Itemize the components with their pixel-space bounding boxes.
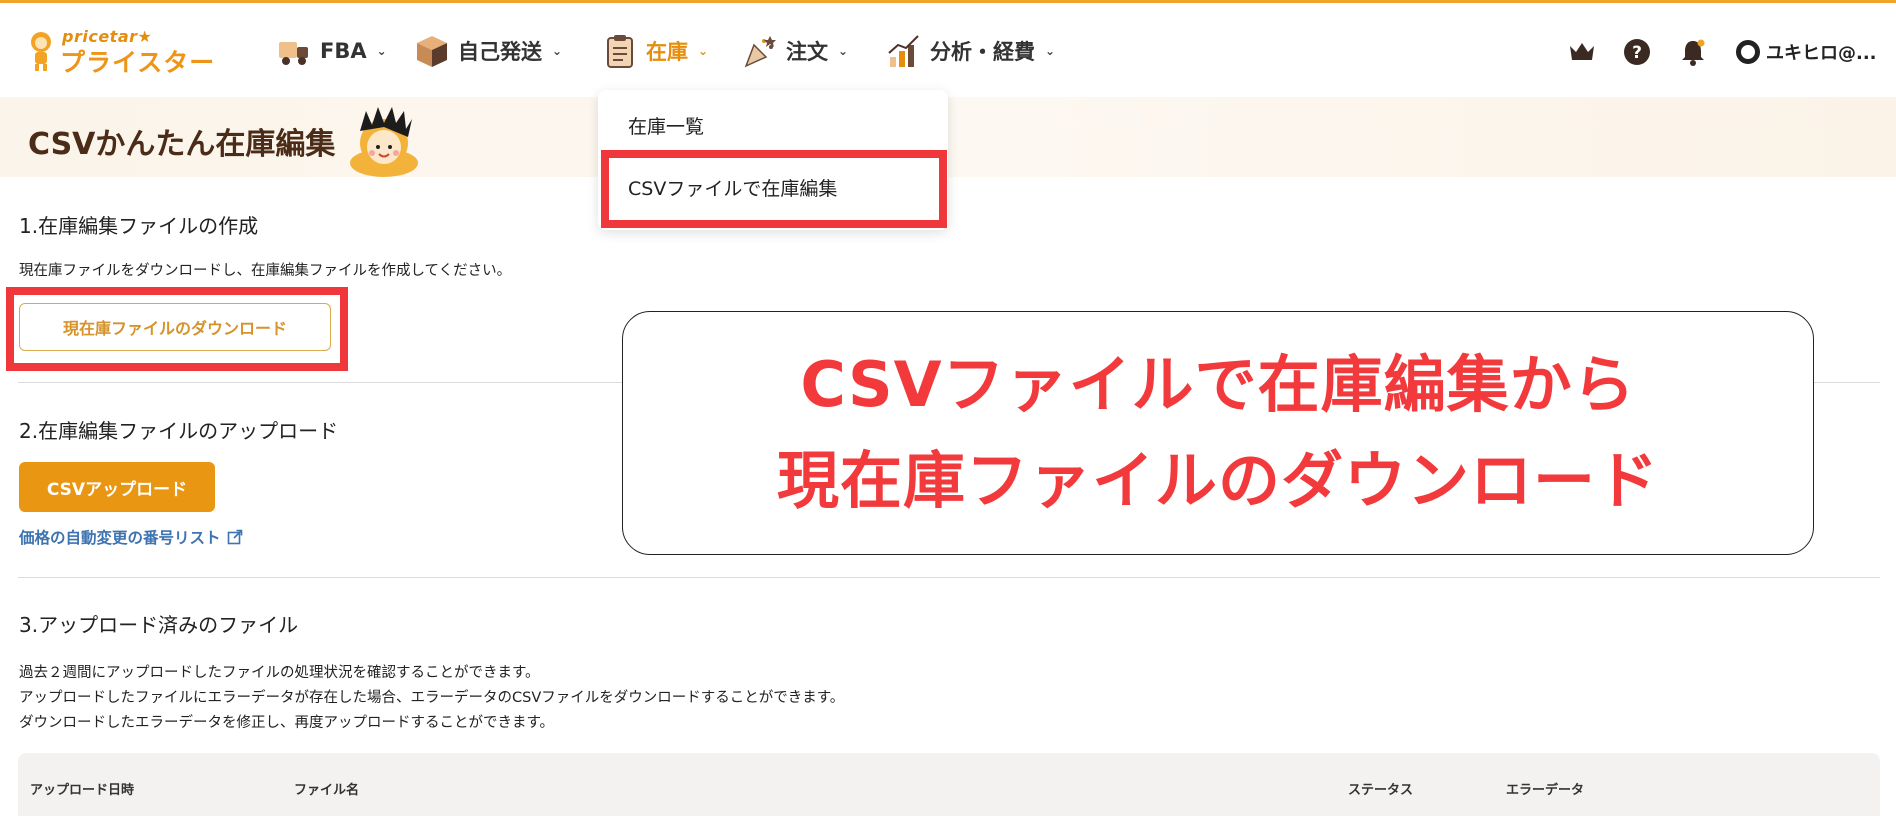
chart-icon bbox=[888, 35, 919, 67]
instruction-callout: CSVファイルで在庫編集から 現在庫ファイルのダウンロード bbox=[622, 311, 1814, 555]
nav-self-shipping[interactable]: 自己発送 ⌄ bbox=[414, 31, 562, 71]
logo-big-text: プライスター bbox=[60, 48, 216, 77]
bell-icon[interactable] bbox=[1678, 37, 1708, 67]
chevron-down-icon: ⌄ bbox=[376, 44, 387, 58]
chevron-down-icon: ⌄ bbox=[698, 44, 709, 58]
csv-upload-button[interactable]: CSVアップロード bbox=[19, 462, 215, 512]
nav-fba[interactable]: FBA ⌄ bbox=[276, 31, 387, 71]
title-band: CSVかんたん在庫編集 bbox=[0, 97, 1896, 177]
section3-line: ダウンロードしたエラーデータを修正し、再度アップロードすることができます。 bbox=[19, 715, 555, 731]
external-link-icon bbox=[227, 529, 242, 545]
section3-heading: 3.アップロード済みのファイル bbox=[19, 613, 299, 637]
page-title: CSVかんたん在庫編集 bbox=[28, 127, 336, 162]
column-header-filename[interactable]: ファイル名 bbox=[294, 779, 359, 798]
highlight-box-menu-item bbox=[601, 150, 947, 228]
avatar bbox=[1736, 40, 1760, 64]
uploaded-files-table-header: アップロード日時 ファイル名 ステータス エラーデータ bbox=[18, 753, 1880, 816]
column-header-upload-datetime[interactable]: アップロード日時 bbox=[30, 779, 134, 798]
price-auto-change-list-label: 価格の自動変更の番号リスト bbox=[19, 529, 221, 547]
clipboard-icon bbox=[607, 35, 633, 68]
user-name: ユキヒロ@... bbox=[1766, 43, 1877, 64]
nav-inventory[interactable]: 在庫 ⌄ bbox=[602, 31, 708, 71]
header: pricetar★ プライスター FBA ⌄ 自己発送 ⌄ 在庫 ⌄ 注文 ⌄ … bbox=[0, 3, 1896, 97]
callout-line-2: 現在庫ファイルのダウンロード bbox=[776, 444, 1659, 517]
chevron-down-icon: ⌄ bbox=[552, 44, 563, 58]
user-menu[interactable]: ユキヒロ@... bbox=[1736, 39, 1877, 65]
nav-orders[interactable]: 注文 ⌄ bbox=[742, 31, 848, 71]
highlight-box-download bbox=[6, 287, 348, 371]
nav-inventory-label: 在庫 bbox=[646, 40, 688, 64]
chevron-down-icon: ⌄ bbox=[1045, 44, 1056, 58]
callout-line-1: CSVファイルで在庫編集から bbox=[800, 348, 1636, 421]
section1-description: 現在庫ファイルをダウンロードし、在庫編集ファイルを作成してください。 bbox=[19, 263, 512, 279]
column-header-status[interactable]: ステータス bbox=[1348, 779, 1413, 798]
divider bbox=[18, 577, 1880, 578]
chevron-down-icon: ⌄ bbox=[838, 44, 849, 58]
section3-line: アップロードしたファイルにエラーデータが存在した場合、エラーデータのCSVファイ… bbox=[19, 690, 845, 706]
nav-analytics[interactable]: 分析・経費 ⌄ bbox=[886, 31, 1055, 71]
section2-heading: 2.在庫編集ファイルのアップロード bbox=[19, 419, 339, 443]
section3-line: 過去２週間にアップロードしたファイルの処理状況を確認することができます。 bbox=[19, 665, 540, 681]
truck-icon bbox=[279, 42, 308, 65]
column-header-error-data[interactable]: エラーデータ bbox=[1506, 779, 1584, 798]
mascot-icon bbox=[350, 107, 418, 177]
section1-heading: 1.在庫編集ファイルの作成 bbox=[19, 214, 259, 238]
nav-orders-label: 注文 bbox=[786, 40, 828, 64]
nav-self-shipping-label: 自己発送 bbox=[458, 40, 542, 64]
price-auto-change-list-link[interactable]: 価格の自動変更の番号リスト bbox=[19, 526, 243, 548]
crown-icon[interactable] bbox=[1567, 37, 1597, 67]
help-icon[interactable]: ? bbox=[1622, 37, 1652, 67]
menu-item-inventory-list[interactable]: 在庫一覧 bbox=[628, 112, 704, 139]
logo[interactable]: pricetar★ プライスター bbox=[26, 25, 236, 77]
box-icon bbox=[417, 36, 447, 67]
nav-analytics-label: 分析・経費 bbox=[930, 40, 1035, 64]
logo-mascot-icon bbox=[31, 32, 51, 71]
svg-text:?: ? bbox=[1632, 43, 1642, 63]
party-popper-icon bbox=[744, 36, 776, 68]
nav-fba-label: FBA bbox=[320, 39, 367, 63]
